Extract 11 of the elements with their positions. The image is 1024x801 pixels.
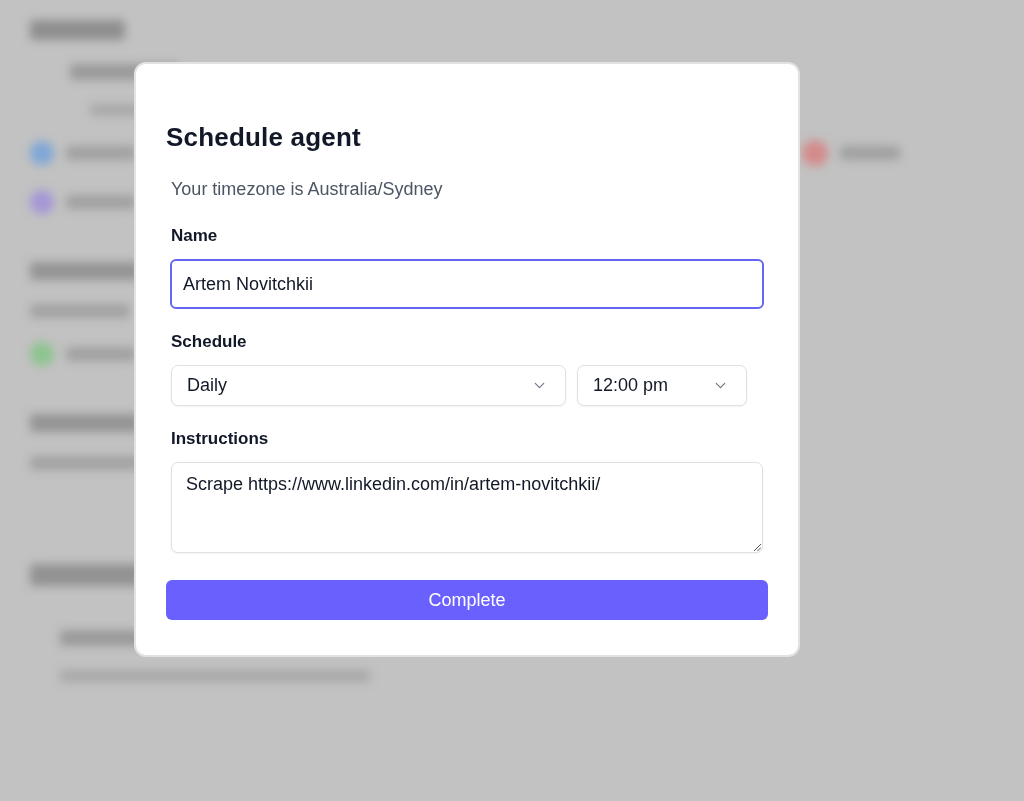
instructions-textarea[interactable]: Scrape https://www.linkedin.com/in/artem-novitchkii/	[171, 462, 763, 553]
complete-button[interactable]: Complete	[166, 580, 768, 620]
timezone-note: Your timezone is Australia/Sydney	[171, 178, 443, 200]
dialog-title: Schedule agent	[166, 121, 361, 153]
field-label: Name	[171, 225, 218, 247]
time-select[interactable]: 12:00 pm	[577, 365, 747, 406]
name-input-field[interactable]: Artem Novitchkii	[170, 259, 764, 309]
field-label: Instructions	[171, 428, 269, 450]
field-label: Schedule	[171, 331, 247, 353]
resize-grip-icon[interactable]	[753, 543, 761, 551]
frequency-select[interactable]: Daily	[171, 365, 566, 406]
